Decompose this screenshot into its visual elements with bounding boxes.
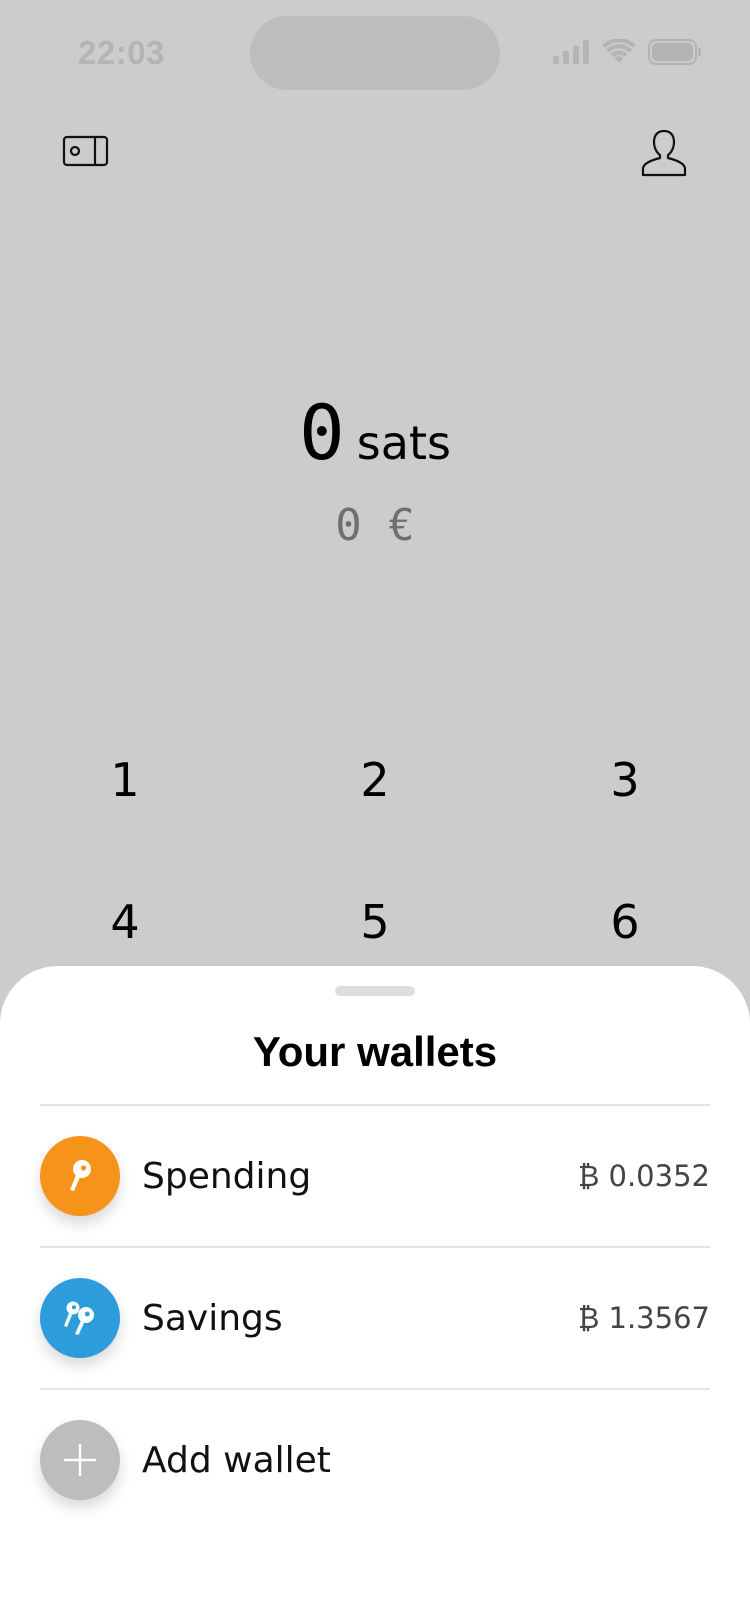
wallet-row-savings[interactable]: Savings ₿ 1.3567 [40, 1278, 710, 1358]
status-time: 22:03 [78, 34, 165, 71]
wallet-balance: ₿ 0.0352 [577, 1158, 710, 1193]
plus-icon [64, 1444, 96, 1476]
single-key-icon [70, 1160, 91, 1191]
add-wallet-label: Add wallet [142, 1439, 331, 1481]
keypad-row: 4 5 6 [0, 882, 750, 962]
wallet-balance: ₿ 1.3567 [577, 1300, 710, 1335]
amount-display: 0 sats [0, 395, 750, 471]
amount-value: 0 [299, 388, 345, 477]
keypad-row: 1 2 3 [0, 740, 750, 820]
key-1[interactable]: 1 [45, 740, 205, 820]
divider [40, 1104, 710, 1106]
key-4[interactable]: 4 [45, 882, 205, 962]
wallet-name: Savings [142, 1297, 283, 1339]
add-wallet-avatar [40, 1420, 120, 1500]
wallet-name: Spending [142, 1155, 312, 1197]
sheet-handle[interactable] [335, 986, 415, 996]
wallets-sheet: Your wallets Spending ₿ 0.0352 Savings ₿… [0, 966, 750, 1624]
key-6[interactable]: 6 [545, 882, 705, 962]
add-wallet-button[interactable]: Add wallet [40, 1420, 710, 1500]
savings-avatar [40, 1278, 120, 1358]
status-icons [552, 38, 702, 66]
fiat-amount: 0 € [335, 500, 415, 551]
wifi-icon [602, 39, 636, 63]
multi-key-icon [64, 1301, 94, 1335]
wallet-row-spending[interactable]: Spending ₿ 0.0352 [40, 1136, 710, 1216]
profile-icon [641, 129, 687, 177]
key-3[interactable]: 3 [545, 740, 705, 820]
cellular-signal-icon [553, 40, 589, 64]
wallet-button[interactable] [62, 134, 110, 168]
amount-unit: sats [356, 416, 451, 470]
profile-button[interactable] [640, 128, 688, 178]
key-2[interactable]: 2 [295, 740, 455, 820]
divider [40, 1388, 710, 1390]
sheet-title: Your wallets [252, 1028, 498, 1075]
spending-avatar [40, 1136, 120, 1216]
wallet-icon [62, 135, 109, 167]
key-5[interactable]: 5 [295, 882, 455, 962]
dynamic-island [250, 16, 500, 90]
app-screen: 22:03 0 sats 0 € 1 2 3 4 5 6 Your wallet… [0, 0, 750, 1624]
divider [40, 1246, 710, 1248]
battery-icon [648, 39, 701, 65]
